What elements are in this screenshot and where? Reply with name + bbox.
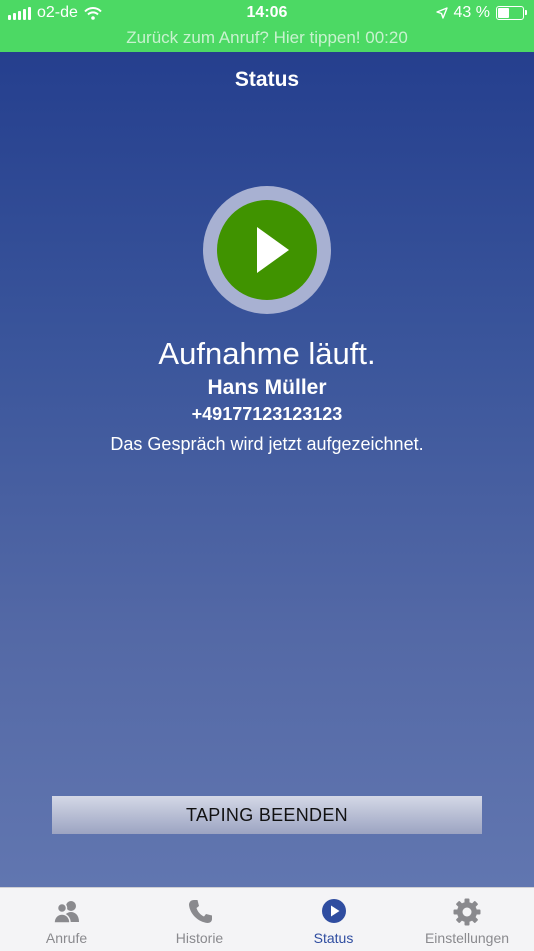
tab-anrufe[interactable]: Anrufe: [0, 888, 133, 951]
status-right: 43 %: [435, 4, 527, 22]
tab-label: Einstellungen: [424, 930, 510, 946]
caller-name: Hans Müller: [207, 376, 327, 399]
recording-description: Das Gespräch wird jetzt aufgezeichnet.: [110, 434, 424, 454]
tab-label: Status: [313, 930, 354, 946]
page-title: Status: [234, 68, 300, 91]
status-bar: o2-de 14:06 43 % Zurück zum Anruf? Hier …: [0, 0, 534, 52]
tab-einstellungen[interactable]: Einstellungen: [400, 888, 534, 951]
location-arrow-icon: [435, 7, 448, 19]
battery-icon: [496, 6, 527, 20]
return-to-call-banner[interactable]: Zurück zum Anruf? Hier tippen! 00:20: [0, 28, 534, 48]
battery-percent: 43 %: [453, 4, 490, 21]
play-button-core: [217, 200, 317, 300]
battery-fill: [498, 8, 510, 18]
stop-taping-button[interactable]: TAPING BEENDEN: [52, 796, 482, 834]
recording-headline: Aufnahme läuft.: [158, 336, 376, 371]
tab-label: Historie: [175, 930, 224, 946]
status-screen: Status Aufnahme läuft. Hans Müller +4917…: [0, 52, 534, 887]
phone-icon: [188, 900, 212, 923]
people-icon: [52, 901, 79, 924]
tab-status[interactable]: Status: [267, 888, 400, 951]
recording-play-button[interactable]: [203, 186, 331, 314]
tab-historie[interactable]: Historie: [133, 888, 266, 951]
tab-label: Anrufe: [45, 930, 88, 946]
caller-number: +49177123123123: [191, 404, 343, 424]
play-icon: [257, 227, 289, 273]
play-circle-icon: [321, 899, 346, 923]
tab-bar: Anrufe Historie Status Einstellungen: [0, 887, 534, 951]
gear-icon: [453, 898, 481, 926]
